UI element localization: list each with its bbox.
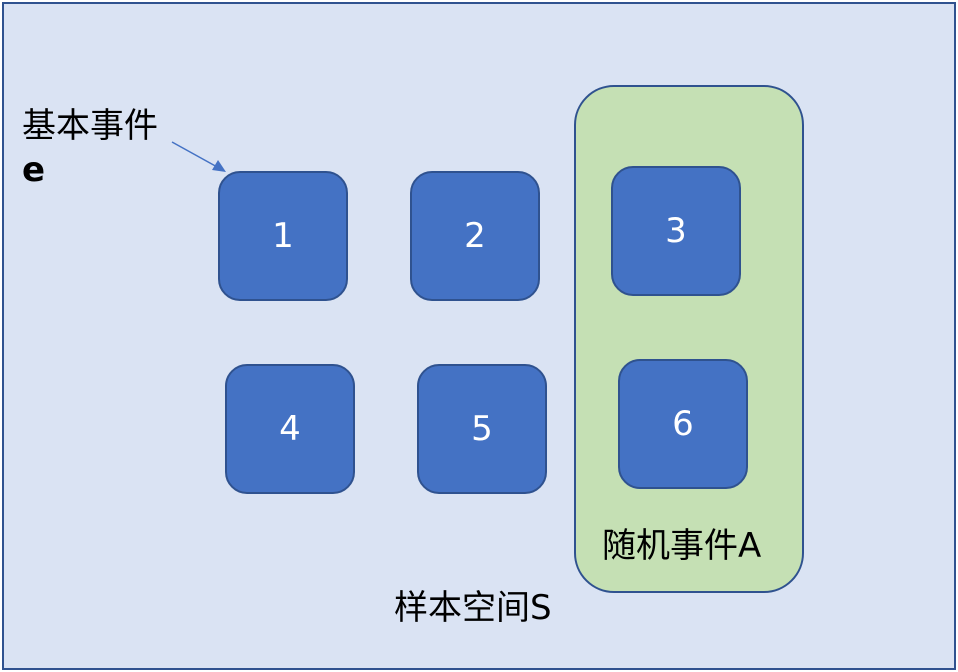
outcome-label: 2	[464, 216, 486, 256]
sample-space	[2, 2, 956, 670]
outcome-3: 3	[611, 166, 741, 296]
outcome-label: 3	[665, 211, 687, 251]
outcome-6: 6	[618, 359, 748, 489]
random-event-a	[574, 85, 804, 593]
outcome-label: 6	[672, 404, 694, 444]
outcome-4: 4	[225, 364, 355, 494]
outcome-label: 5	[471, 409, 493, 449]
outcome-2: 2	[410, 171, 540, 301]
sample-space-label: 样本空间S	[394, 588, 552, 628]
outcome-5: 5	[417, 364, 547, 494]
outcome-1: 1	[218, 171, 348, 301]
elementary-event-label: 基本事件	[22, 106, 158, 146]
outcome-label: 1	[272, 216, 294, 256]
outcome-label: 4	[279, 409, 301, 449]
random-event-label: 随机事件A	[602, 526, 762, 566]
elementary-event-symbol: e	[22, 150, 46, 190]
